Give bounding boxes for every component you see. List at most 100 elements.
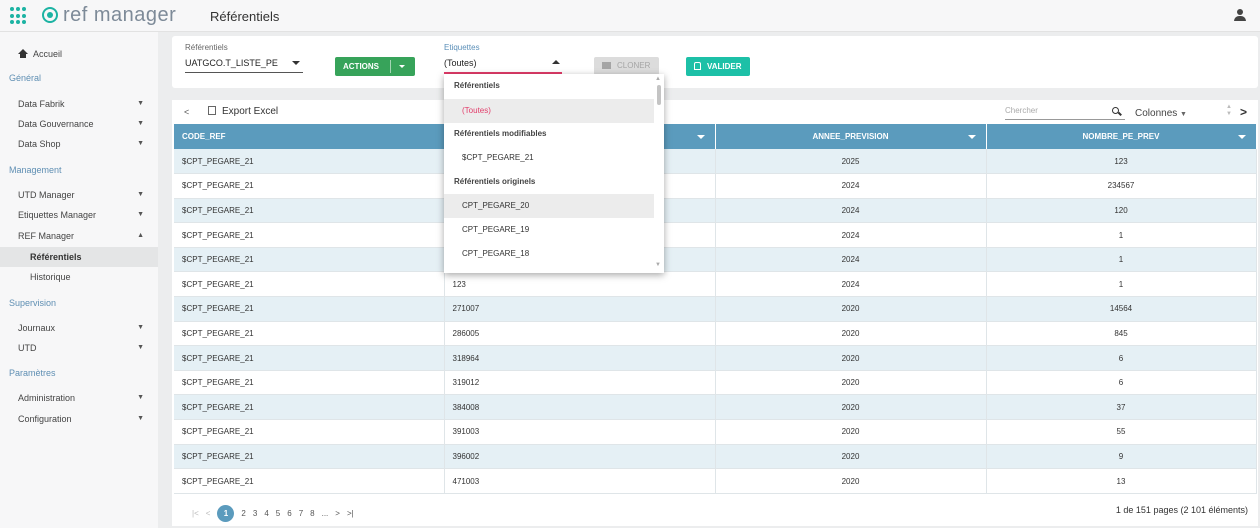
table-cell[interactable]: 2020 bbox=[715, 444, 987, 470]
sidebar-item-referentiels[interactable]: Référentiels bbox=[0, 247, 158, 267]
table-cell[interactable]: 384008 bbox=[444, 394, 716, 421]
table-cell[interactable]: 123 bbox=[986, 149, 1257, 175]
etiquettes-select[interactable]: (Toutes) bbox=[444, 58, 477, 68]
table-cell[interactable]: 2024 bbox=[715, 173, 987, 199]
table-cell[interactable]: 13 bbox=[986, 468, 1257, 494]
table-cell[interactable]: $CPT_PEGARE_21 bbox=[174, 173, 445, 199]
sidebar-item-ref-manager[interactable]: REF Manager ▲ bbox=[0, 226, 158, 246]
table-cell[interactable]: 6 bbox=[986, 345, 1257, 371]
table-cell[interactable]: $CPT_PEGARE_21 bbox=[174, 444, 445, 470]
sidebar-item-etiquettes-manager[interactable]: Etiquettes Manager ▼ bbox=[0, 205, 158, 225]
table-row[interactable]: $CPT_PEGARE_21 384008 2020 37 bbox=[174, 394, 1257, 421]
table-cell[interactable]: $CPT_PEGARE_21 bbox=[174, 345, 445, 371]
table-cell[interactable]: 9 bbox=[986, 444, 1257, 470]
table-cell[interactable]: $CPT_PEGARE_21 bbox=[174, 296, 445, 322]
column-filter-icon[interactable] bbox=[967, 135, 976, 139]
column-filter-icon[interactable] bbox=[1237, 135, 1246, 139]
table-cell[interactable]: 14564 bbox=[986, 296, 1257, 322]
page-button[interactable]: 7 bbox=[299, 509, 303, 518]
page-button[interactable]: ... bbox=[322, 509, 329, 518]
table-cell[interactable]: $CPT_PEGARE_21 bbox=[174, 149, 445, 175]
page-button[interactable]: 6 bbox=[287, 509, 291, 518]
dropdown-scroll-up-icon[interactable]: ▲ bbox=[655, 76, 661, 82]
table-cell[interactable]: 2024 bbox=[715, 198, 987, 224]
export-excel-button[interactable]: Export Excel bbox=[208, 106, 278, 117]
page-button[interactable]: 5 bbox=[276, 509, 280, 518]
last-page-button[interactable]: >| bbox=[347, 509, 354, 518]
sidebar-item-accueil[interactable]: Accueil bbox=[0, 44, 158, 64]
table-cell[interactable]: $CPT_PEGARE_21 bbox=[174, 394, 445, 421]
table-cell[interactable]: 2020 bbox=[715, 394, 987, 421]
dropdown-option[interactable]: $CPT_PEGARE_21 bbox=[444, 146, 654, 170]
table-cell[interactable]: 2020 bbox=[715, 419, 987, 445]
table-cell[interactable]: 234567 bbox=[986, 173, 1257, 199]
scroll-right-icon[interactable]: > bbox=[1240, 105, 1247, 119]
column-spinner-icon[interactable]: ▲ ▼ bbox=[1226, 104, 1232, 118]
prev-page-button[interactable]: < bbox=[206, 509, 211, 518]
table-cell[interactable]: 1 bbox=[986, 247, 1257, 273]
table-cell[interactable]: $CPT_PEGARE_21 bbox=[174, 321, 445, 347]
actions-chevron-down-icon[interactable] bbox=[399, 65, 405, 68]
actions-button[interactable]: ACTIONS bbox=[335, 57, 415, 76]
dropdown-option[interactable]: CPT_PEGARE_18 bbox=[444, 242, 654, 266]
table-cell[interactable]: 318964 bbox=[444, 345, 716, 371]
search-icon[interactable] bbox=[1112, 107, 1119, 114]
sidebar-item-administration[interactable]: Administration ▼ bbox=[0, 388, 158, 408]
table-row[interactable]: $CPT_PEGARE_21 271007 2020 14564 bbox=[174, 296, 1257, 322]
table-row[interactable]: $CPT_PEGARE_21 2024 120 bbox=[174, 198, 1257, 224]
table-cell[interactable]: 6 bbox=[986, 370, 1257, 396]
table-cell[interactable]: 2020 bbox=[715, 468, 987, 494]
sidebar-item-configuration[interactable]: Configuration ▼ bbox=[0, 409, 158, 429]
page-button[interactable]: 2 bbox=[241, 509, 245, 518]
table-cell[interactable]: 271007 bbox=[444, 296, 716, 322]
table-cell[interactable]: 1 bbox=[986, 222, 1257, 248]
dropdown-option[interactable]: (Toutes) bbox=[444, 99, 654, 123]
sidebar-item-journaux[interactable]: Journaux ▼ bbox=[0, 318, 158, 338]
referentiels-select[interactable]: UATGCO.T_LISTE_PE bbox=[185, 58, 278, 68]
user-icon[interactable] bbox=[1234, 9, 1246, 21]
sidebar-item-historique[interactable]: Historique bbox=[0, 267, 158, 287]
apps-grid-icon[interactable] bbox=[10, 7, 28, 25]
table-cell[interactable]: 845 bbox=[986, 321, 1257, 347]
table-cell[interactable]: 2020 bbox=[715, 296, 987, 322]
table-cell[interactable]: 55 bbox=[986, 419, 1257, 445]
table-row[interactable]: $CPT_PEGARE_21 2025 123 bbox=[174, 149, 1257, 175]
column-header[interactable]: NOMBRE_PE_PREV bbox=[986, 124, 1257, 149]
table-cell[interactable]: 123 bbox=[444, 271, 716, 298]
next-page-button[interactable]: > bbox=[335, 509, 340, 518]
valider-button[interactable]: VALIDER bbox=[686, 57, 750, 76]
table-cell[interactable]: 471003 bbox=[444, 468, 716, 494]
table-row[interactable]: $CPT_PEGARE_21 319012 2020 6 bbox=[174, 370, 1257, 396]
table-cell[interactable]: $CPT_PEGARE_21 bbox=[174, 271, 445, 298]
table-cell[interactable]: 2020 bbox=[715, 345, 987, 371]
scroll-left-icon[interactable]: < bbox=[184, 107, 189, 117]
column-filter-icon[interactable] bbox=[696, 135, 705, 139]
table-row[interactable]: $CPT_PEGARE_21 2024 1 bbox=[174, 222, 1257, 248]
table-cell[interactable]: 286005 bbox=[444, 321, 716, 347]
sidebar-item-utd-manager[interactable]: UTD Manager ▼ bbox=[0, 185, 158, 205]
table-row[interactable]: $CPT_PEGARE_21 391003 2020 55 bbox=[174, 419, 1257, 445]
dropdown-option[interactable]: CPT_PEGARE_19 bbox=[444, 218, 654, 242]
table-row[interactable]: $CPT_PEGARE_21 2024 234567 bbox=[174, 173, 1257, 199]
table-cell[interactable]: 2020 bbox=[715, 370, 987, 396]
page-button[interactable]: 1 bbox=[217, 505, 235, 522]
table-cell[interactable]: 120 bbox=[986, 198, 1257, 224]
dropdown-scrollbar[interactable] bbox=[657, 85, 661, 105]
table-cell[interactable]: $CPT_PEGARE_21 bbox=[174, 370, 445, 396]
page-button[interactable]: 8 bbox=[310, 509, 314, 518]
sidebar-item-data-shop[interactable]: Data Shop ▼ bbox=[0, 134, 158, 154]
table-cell[interactable]: $CPT_PEGARE_21 bbox=[174, 198, 445, 224]
table-cell[interactable]: 396002 bbox=[444, 444, 716, 470]
table-row[interactable]: $CPT_PEGARE_21 318964 2020 6 bbox=[174, 345, 1257, 371]
table-row[interactable]: $CPT_PEGARE_21 123 2024 1 bbox=[174, 271, 1257, 298]
table-cell[interactable]: 2024 bbox=[715, 222, 987, 248]
page-button[interactable]: 3 bbox=[253, 509, 257, 518]
table-cell[interactable]: $CPT_PEGARE_21 bbox=[174, 468, 445, 494]
table-cell[interactable]: 391003 bbox=[444, 419, 716, 445]
page-button[interactable]: 4 bbox=[264, 509, 268, 518]
sidebar-item-data-fabrik[interactable]: Data Fabrik ▼ bbox=[0, 94, 158, 114]
table-cell[interactable]: 2024 bbox=[715, 271, 987, 298]
table-cell[interactable]: 1 bbox=[986, 271, 1257, 298]
sidebar-item-utd[interactable]: UTD ▼ bbox=[0, 338, 158, 358]
table-cell[interactable]: $CPT_PEGARE_21 bbox=[174, 222, 445, 248]
